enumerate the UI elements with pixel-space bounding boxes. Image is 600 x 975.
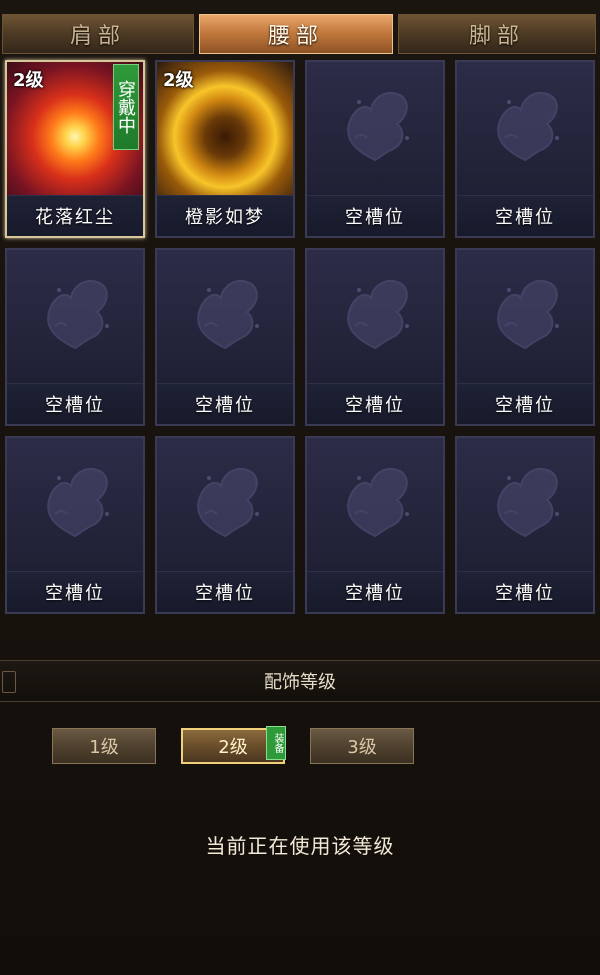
level-1-button[interactable]: 1级 [52,728,156,764]
butterfly-icon [497,92,559,162]
accessory-slot[interactable]: 空槽位 [305,248,445,426]
level-3-button[interactable]: 3级 [310,728,414,764]
accessory-slot[interactable]: 2级 穿戴中花落红尘 [5,60,145,238]
butterfly-icon [347,280,409,350]
tab-waist[interactable]: 腰部 [199,14,393,54]
accessory-slot[interactable]: 空槽位 [155,248,295,426]
slot-name: 空槽位 [457,383,593,424]
accessory-slot[interactable]: 空槽位 [155,436,295,614]
slot-name: 空槽位 [157,571,293,612]
slot-level: 2级 [163,70,194,91]
slot-name: 空槽位 [457,195,593,236]
empty-slot-art [7,250,143,386]
empty-slot-art [157,250,293,386]
butterfly-icon [347,92,409,162]
butterfly-icon [497,468,559,538]
empty-slot-art [307,250,443,386]
accessory-slot[interactable]: 2级橙影如梦 [155,60,295,238]
accessory-panel: 肩部 腰部 脚部 2级 穿戴中 花落红尘 2级 橙影如梦 空槽位 空槽位 空槽位 空槽位 空槽位空… [0,0,600,975]
tab-foot[interactable]: 脚部 [398,14,596,54]
accessory-slot[interactable]: 空槽位 [455,436,595,614]
slot-name: 空槽位 [307,571,443,612]
slot-name: 空槽位 [457,571,593,612]
butterfly-icon [497,280,559,350]
accessory-slot[interactable]: 空槽位 [455,60,595,238]
empty-slot-art [457,438,593,574]
slot-name: 空槽位 [307,195,443,236]
butterfly-icon [347,468,409,538]
slot-name: 空槽位 [7,383,143,424]
slot-name: 空槽位 [307,383,443,424]
status-text: 当前正在使用该等级 [205,834,395,858]
accessory-slot[interactable]: 空槽位 [5,248,145,426]
butterfly-icon [197,468,259,538]
empty-slot-art [157,438,293,574]
equipped-badge: 装备 [266,726,286,760]
tab-shoulder[interactable]: 肩部 [2,14,194,54]
slot-name: 花落红尘 [7,195,143,236]
accessory-slot[interactable]: 空槽位 [305,60,445,238]
slot-level: 2级 [13,70,44,91]
slot-name: 橙影如梦 [157,195,293,236]
wearing-badge: 穿戴中 [113,64,139,150]
slot-name: 空槽位 [7,571,143,612]
section-title: 配饰等级 [264,672,336,693]
butterfly-icon [47,468,109,538]
section-header: 配饰等级 [0,660,600,702]
empty-slot-art [457,62,593,198]
butterfly-icon [47,280,109,350]
accessory-slot[interactable]: 空槽位 [5,436,145,614]
empty-slot-art [7,438,143,574]
empty-slot-art [307,438,443,574]
accessory-slot[interactable]: 空槽位 [305,436,445,614]
butterfly-icon [197,280,259,350]
tab-bar: 肩部 腰部 脚部 [0,10,600,58]
slot-name: 空槽位 [157,383,293,424]
empty-slot-art [307,62,443,198]
divider-ornament-icon [2,671,16,693]
accessory-slot[interactable]: 空槽位 [455,248,595,426]
empty-slot-art [457,250,593,386]
